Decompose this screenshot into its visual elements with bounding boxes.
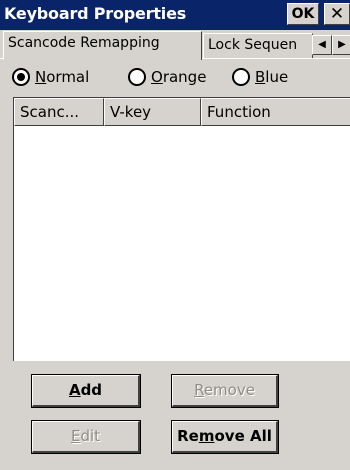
radio-circle-orange[interactable] [128,68,146,86]
tab-strip: Scancode Remapping Lock Sequen [0,31,350,60]
remove-button[interactable]: Remove [171,374,279,408]
radio-blue[interactable]: Blue [232,68,288,86]
close-icon: ✕ [329,4,345,24]
column-header-vkey[interactable]: V-key [104,98,201,126]
add-button[interactable]: Add [31,374,141,408]
edit-button[interactable]: Edit [31,420,141,454]
radio-circle-normal[interactable] [12,68,30,86]
tab-scancode-remapping[interactable]: Scancode Remapping [3,31,202,60]
remapping-list[interactable]: Scanc... V-key Function [13,97,350,361]
arrow-left-icon: ◀ [318,39,326,50]
close-button[interactable]: ✕ [324,3,350,25]
radio-circle-blue[interactable] [232,68,250,86]
column-header-scancode[interactable]: Scanc... [14,98,104,126]
radio-normal-label: Normal [35,68,90,86]
tab-lock-sequence[interactable]: Lock Sequen [203,33,313,59]
radio-orange-label: Orange [151,68,207,86]
tab-scroll-left-button[interactable]: ◀ [312,35,332,55]
radio-normal[interactable]: Normal [12,68,89,86]
radio-selected-dot [17,73,25,81]
list-header: Scanc... V-key Function [14,98,350,126]
radio-orange[interactable]: Orange [128,68,206,86]
radio-blue-label: Blue [255,68,289,86]
title-bar: Keyboard Properties OK ✕ [0,0,350,30]
window-title: Keyboard Properties [4,4,187,23]
tab-scroll-right-button[interactable]: ▶ [332,35,350,55]
remove-all-button[interactable]: Remove All [171,420,279,454]
column-header-function[interactable]: Function [201,98,350,126]
mode-radio-group: Normal Orange Blue [0,64,350,94]
ok-button[interactable]: OK [287,3,319,25]
arrow-right-icon: ▶ [338,39,346,50]
